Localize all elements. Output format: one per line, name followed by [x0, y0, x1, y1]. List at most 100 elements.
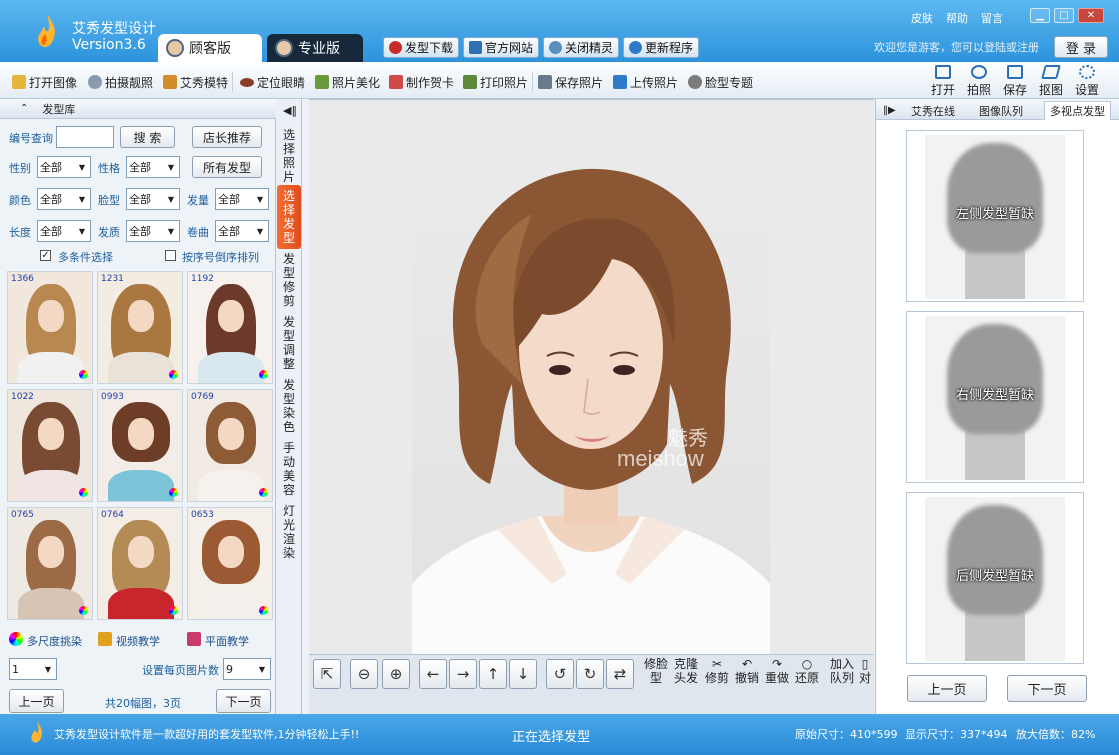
tab-hair-adjust[interactable]: 发型调整 — [277, 311, 301, 375]
portrait-photo[interactable]: 魅秀 meishow — [412, 144, 770, 655]
skin-link[interactable]: 皮肤 — [911, 10, 933, 26]
hairstyle-thumbnail[interactable]: 0653 — [187, 507, 273, 620]
tab-pro-edition[interactable]: 专业版 — [267, 34, 363, 62]
arrow-up-icon[interactable]: ↑ — [479, 659, 507, 689]
message-link[interactable]: 留言 — [981, 10, 1003, 26]
undo-button[interactable]: ↶ 撤销 — [733, 657, 761, 691]
reshape-face-button[interactable]: 修脸型 — [642, 657, 670, 691]
add-to-queue-button[interactable]: 加入队列 — [828, 657, 856, 691]
trim-button[interactable]: ✂ 修剪 — [703, 657, 731, 691]
back-view[interactable]: 后侧发型暂缺 — [906, 492, 1084, 664]
hairstyle-thumbnail[interactable]: 0769 — [187, 389, 273, 502]
reverse-order-checkbox[interactable] — [165, 250, 176, 261]
collapse-icon[interactable]: ⌃ — [20, 103, 28, 114]
next-page-button[interactable]: 下一页 — [216, 689, 271, 713]
close-assistant-button[interactable]: 关闭精灵 — [543, 37, 620, 58]
minimize-icon[interactable]: ▁ — [1030, 8, 1050, 23]
compare-button[interactable]: ▯ 对 — [858, 657, 872, 691]
texture-select[interactable]: 全部 ▼ — [126, 220, 180, 242]
print-photo-button[interactable]: 打印照片 — [463, 74, 528, 90]
redo-button[interactable]: ↷ 重做 — [763, 657, 791, 691]
arrow-right-icon[interactable]: → — [449, 659, 477, 689]
right-next-page-button[interactable]: 下一页 — [1007, 675, 1087, 702]
per-page-select[interactable]: 9 ▼ — [223, 658, 271, 680]
page-select[interactable]: 1 ▼ — [9, 658, 57, 680]
open-image-button[interactable]: 打开图像 — [12, 74, 77, 90]
multi-condition-checkbox[interactable]: ✓ — [40, 250, 51, 261]
login-button[interactable]: 登 录 — [1054, 36, 1108, 58]
flip-icon[interactable]: ⇄ — [606, 659, 634, 689]
flat-tutorial-link[interactable]: 平面教学 — [205, 633, 249, 649]
tab-customer-edition[interactable]: 顾客版 — [158, 34, 262, 62]
settings-tool-button[interactable]: 设置 — [1069, 64, 1105, 98]
tab-aixiu-online[interactable]: 艾秀在线 — [906, 101, 960, 120]
tab-image-queue[interactable]: 图像队列 — [974, 101, 1028, 120]
tool-label: 拍照 — [966, 83, 991, 97]
save-tool-button[interactable]: 保存 — [997, 64, 1033, 98]
camera-tool-button[interactable]: 拍照 — [961, 64, 997, 98]
curl-select[interactable]: 全部 ▼ — [215, 220, 269, 242]
tab-multi-view-hairstyle[interactable]: 多视点发型 — [1044, 101, 1111, 120]
tab-lighting-render[interactable]: 灯光渲染 — [277, 500, 301, 564]
model-button[interactable]: 艾秀模特 — [163, 74, 228, 90]
all-hairstyles-button[interactable]: 所有发型 — [192, 156, 262, 178]
clone-hair-button[interactable]: 克隆头发 — [672, 657, 700, 691]
personality-select[interactable]: 全部 ▼ — [126, 156, 180, 178]
volume-select[interactable]: 全部 ▼ — [215, 188, 269, 210]
prev-page-button[interactable]: 上一页 — [9, 689, 64, 713]
button-label: 修剪 — [704, 671, 729, 685]
rotate-left-icon[interactable]: ↺ — [546, 659, 574, 689]
photo-beautify-button[interactable]: 照片美化 — [315, 74, 380, 90]
upload-photo-button[interactable]: 上传照片 — [613, 74, 678, 90]
right-prev-page-button[interactable]: 上一页 — [907, 675, 987, 702]
search-input[interactable] — [56, 126, 114, 148]
tab-hair-dye[interactable]: 发型染色 — [277, 374, 301, 438]
search-button[interactable]: 搜 索 — [120, 126, 175, 148]
update-program-button[interactable]: 更新程序 — [623, 37, 700, 58]
arrow-down-icon[interactable]: ↓ — [509, 659, 537, 689]
tab-select-hairstyle[interactable]: 选择发型 — [277, 185, 301, 249]
hairstyle-thumbnail[interactable]: 1022 — [7, 389, 93, 502]
multi-scale-highlight-link[interactable]: 多尺度挑染 — [27, 633, 82, 649]
left-side-view[interactable]: 左侧发型暂缺 — [906, 130, 1084, 302]
hairstyle-thumbnail[interactable]: 0764 — [97, 507, 183, 620]
open-tool-button[interactable]: 打开 — [925, 64, 961, 98]
recommend-button[interactable]: 店长推荐 — [192, 126, 262, 148]
color-select[interactable]: 全部 ▼ — [37, 188, 91, 210]
face-shape-topic-button[interactable]: 脸型专题 — [688, 74, 753, 90]
tab-manual-beauty[interactable]: 手动美容 — [277, 437, 301, 501]
move-tool-icon[interactable]: ⇱ — [313, 659, 341, 689]
download-hairstyle-button[interactable]: 发型下载 — [383, 37, 460, 58]
collapse-left-icon[interactable]: ◀‖ — [283, 104, 297, 117]
cutout-tool-button[interactable]: 抠图 — [1033, 64, 1069, 98]
view-missing-text: 右侧发型暂缺 — [955, 388, 1034, 403]
zoom-in-icon[interactable]: ⊕ — [382, 659, 410, 689]
locate-eyes-button[interactable]: 定位眼睛 — [240, 74, 305, 90]
video-tutorial-link[interactable]: 视频教学 — [116, 633, 160, 649]
make-card-button[interactable]: 制作贺卡 — [389, 74, 454, 90]
rotate-right-icon[interactable]: ↻ — [576, 659, 604, 689]
take-photo-button[interactable]: 拍摄靓照 — [88, 74, 153, 90]
close-icon[interactable]: ✕ — [1078, 8, 1104, 23]
tab-select-photo[interactable]: 选择照片 — [277, 124, 301, 188]
save-photo-button[interactable]: 保存照片 — [538, 74, 603, 90]
hairstyle-thumbnail[interactable]: 1366 — [7, 271, 93, 384]
help-link[interactable]: 帮助 — [946, 10, 968, 26]
photo-canvas[interactable]: 魅秀 meishow — [309, 99, 874, 655]
official-site-button[interactable]: 官方网站 — [463, 37, 540, 58]
restore-button[interactable]: ○ 还原 — [793, 657, 821, 691]
hairstyle-thumbnail[interactable]: 1192 — [187, 271, 273, 384]
hairstyle-thumbnail[interactable]: 0765 — [7, 507, 93, 620]
gender-select[interactable]: 全部 ▼ — [37, 156, 91, 178]
collapse-right-icon[interactable]: ‖▶ — [878, 101, 901, 120]
thumbnail-number: 1366 — [11, 274, 34, 284]
face-shape-select[interactable]: 全部 ▼ — [126, 188, 180, 210]
length-select[interactable]: 全部 ▼ — [37, 220, 91, 242]
hairstyle-thumbnail[interactable]: 1231 — [97, 271, 183, 384]
maximize-icon[interactable]: □ — [1054, 8, 1074, 23]
zoom-out-icon[interactable]: ⊖ — [350, 659, 378, 689]
arrow-left-icon[interactable]: ← — [419, 659, 447, 689]
right-side-view[interactable]: 右侧发型暂缺 — [906, 311, 1084, 483]
tab-hair-trim[interactable]: 发型修剪 — [277, 248, 301, 312]
hairstyle-thumbnail[interactable]: 0993 — [97, 389, 183, 502]
